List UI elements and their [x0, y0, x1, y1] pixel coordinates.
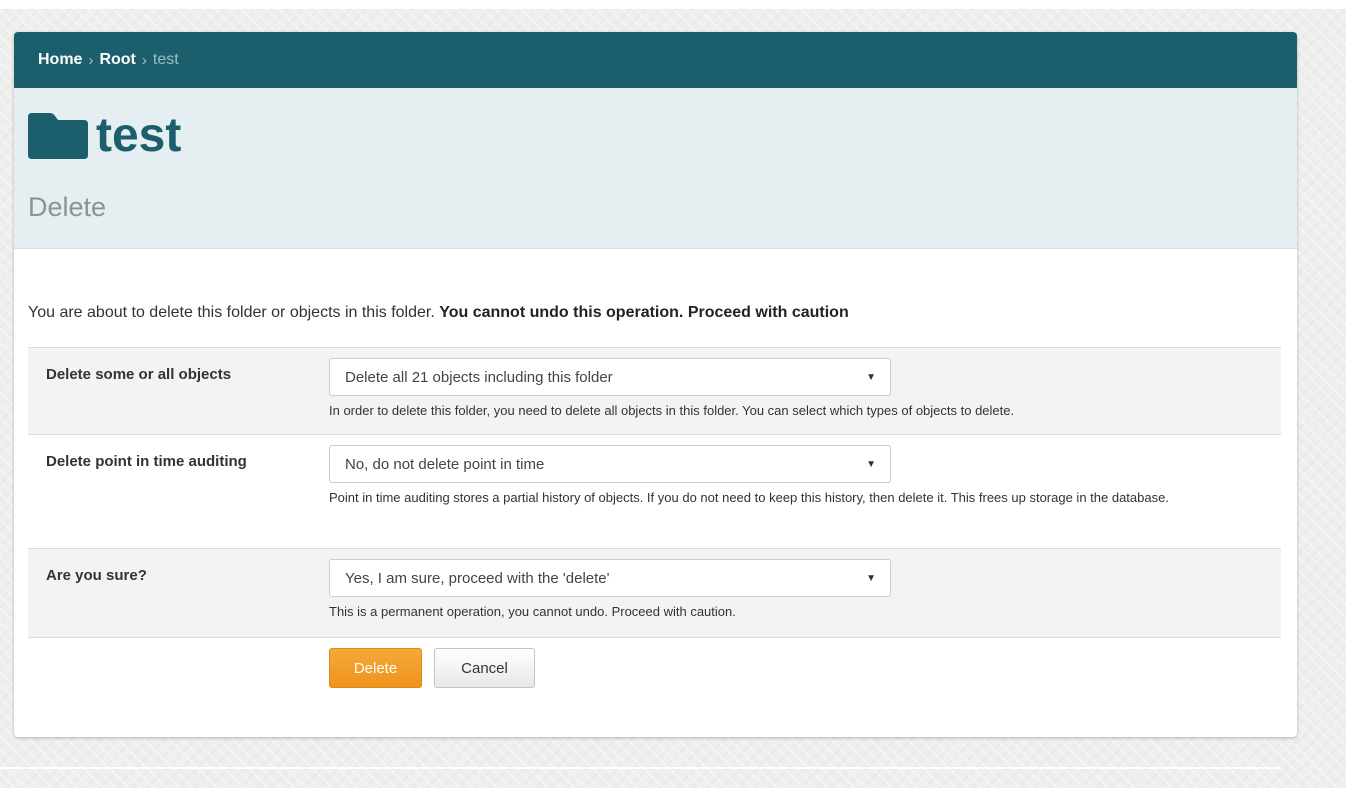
breadcrumb: Home › Root › test: [14, 32, 1297, 88]
form-row-delete-objects: Delete some or all objects Delete all 21…: [28, 347, 1281, 434]
select-value: Yes, I am sure, proceed with the 'delete…: [345, 569, 610, 587]
field-container: Delete all 21 objects including this fol…: [329, 348, 1281, 434]
field-help: This is a permanent operation, you canno…: [329, 604, 736, 619]
select-value: No, do not delete point in time: [345, 455, 545, 473]
breadcrumb-home[interactable]: Home: [38, 51, 82, 69]
page-header: test Delete: [14, 88, 1297, 249]
page-title: test: [96, 109, 182, 162]
top-border: [0, 0, 1346, 9]
title-row: test: [28, 112, 181, 160]
field-help: In order to delete this folder, you need…: [329, 403, 1015, 418]
caret-down-icon: ▼: [866, 371, 876, 383]
caret-down-icon: ▼: [866, 458, 876, 470]
folder-icon: [28, 113, 88, 159]
field-container: No, do not delete point in time ▼ Point …: [329, 435, 1281, 548]
delete-button[interactable]: Delete: [329, 648, 422, 688]
caret-down-icon: ▼: [866, 572, 876, 584]
actions-container: Delete Cancel: [329, 638, 1281, 727]
confirm-select[interactable]: Yes, I am sure, proceed with the 'delete…: [329, 559, 891, 597]
warning-message: You are about to delete this folder or o…: [28, 304, 849, 322]
form-actions-row: Delete Cancel: [28, 637, 1281, 727]
field-label: Delete point in time auditing: [46, 453, 247, 470]
page-subtitle: Delete: [28, 192, 107, 222]
breadcrumb-separator: ›: [141, 51, 147, 69]
delete-panel: Home › Root › test test Delete You are a…: [14, 32, 1297, 737]
breadcrumb-current: test: [152, 51, 179, 68]
delete-auditing-select[interactable]: No, do not delete point in time ▼: [329, 445, 891, 483]
breadcrumb-root[interactable]: Root: [99, 51, 135, 69]
warning-text: You are about to delete this folder or o…: [28, 304, 440, 321]
bottom-divider: [0, 767, 1280, 769]
actions-spacer: [28, 638, 329, 727]
delete-form: Delete some or all objects Delete all 21…: [28, 347, 1281, 727]
breadcrumb-separator: ›: [88, 51, 94, 69]
warning-strong: You cannot undo this operation. Proceed …: [439, 304, 849, 321]
field-help: Point in time auditing stores a partial …: [329, 490, 1169, 505]
cancel-button[interactable]: Cancel: [434, 648, 535, 688]
field-label: Are you sure?: [46, 567, 147, 584]
select-value: Delete all 21 objects including this fol…: [345, 368, 613, 386]
field-label: Delete some or all objects: [46, 366, 232, 383]
field-container: Yes, I am sure, proceed with the 'delete…: [329, 549, 1281, 637]
form-row-confirm: Are you sure? Yes, I am sure, proceed wi…: [28, 548, 1281, 637]
form-row-delete-auditing: Delete point in time auditing No, do not…: [28, 434, 1281, 548]
delete-objects-select[interactable]: Delete all 21 objects including this fol…: [329, 358, 891, 396]
